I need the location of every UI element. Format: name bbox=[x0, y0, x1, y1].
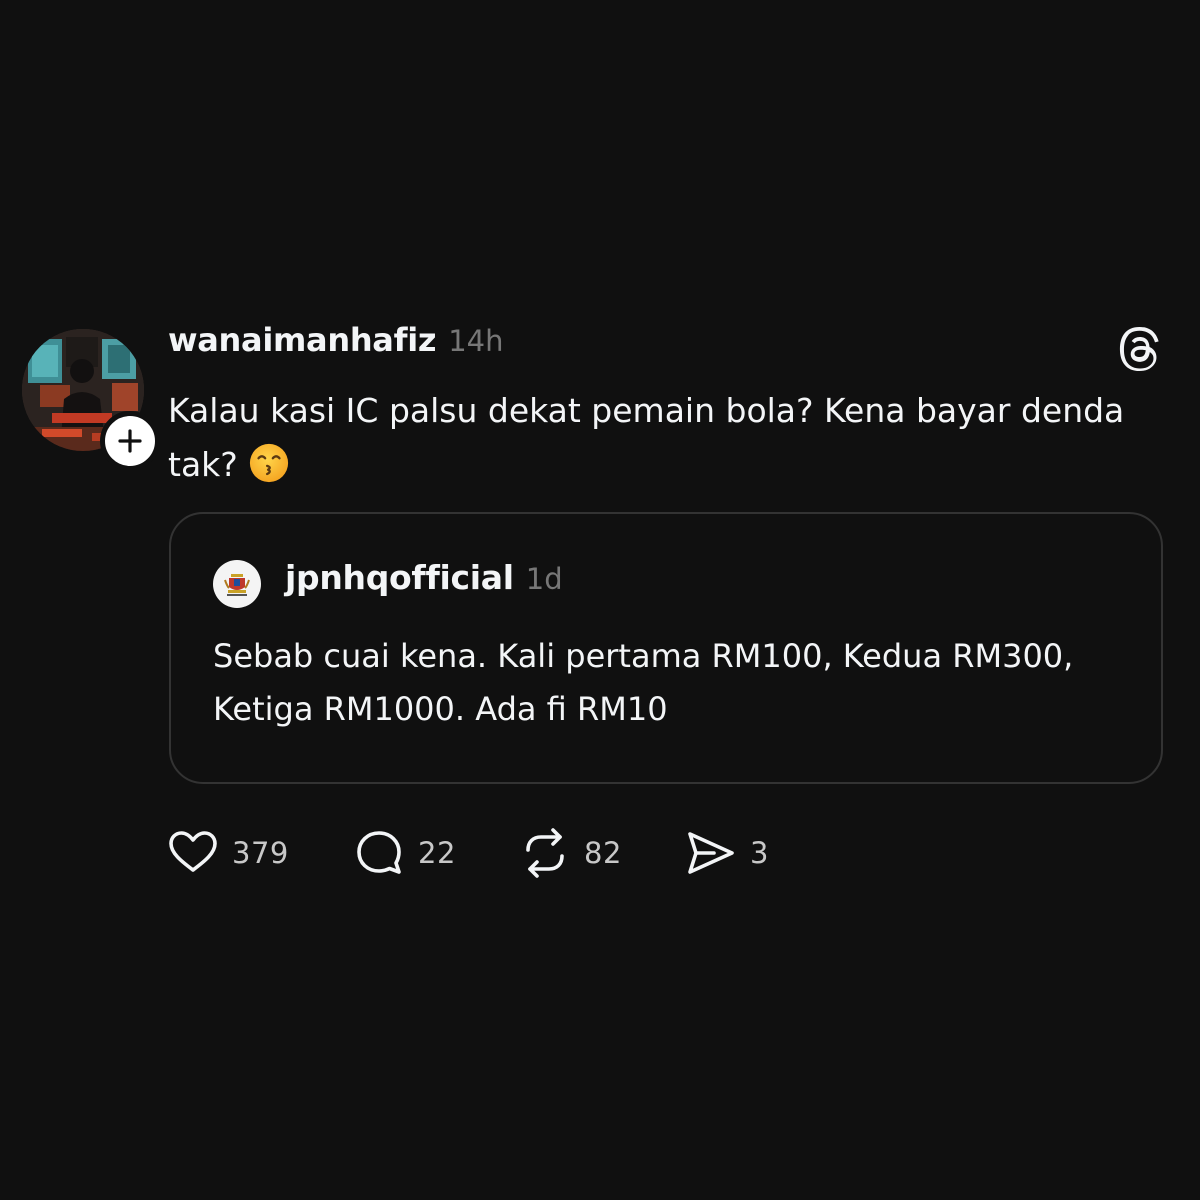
comment-bubble-icon bbox=[357, 831, 401, 874]
quoted-post-text: Sebab cuai kena. Kali pertama RM100, Ked… bbox=[213, 637, 1074, 728]
post-header: wanaimanhafiz 14h bbox=[168, 321, 504, 367]
send-icon bbox=[688, 832, 734, 874]
quoted-avatar[interactable] bbox=[213, 560, 261, 608]
like-button[interactable]: 379 bbox=[166, 826, 289, 880]
repost-button[interactable]: 82 bbox=[518, 826, 622, 880]
follow-button[interactable] bbox=[100, 411, 160, 471]
post-body: Kalau kasi IC palsu dekat pemain bola? K… bbox=[168, 391, 1125, 484]
share-count: 3 bbox=[750, 836, 769, 870]
repost-count: 82 bbox=[584, 836, 622, 870]
government-crest-icon bbox=[220, 567, 254, 601]
author-username[interactable]: wanaimanhafiz bbox=[168, 321, 437, 359]
plus-icon bbox=[118, 429, 142, 453]
repost-icon bbox=[526, 828, 564, 878]
quoted-username[interactable]: jpnhqofficial bbox=[285, 558, 514, 597]
post-timestamp: 14h bbox=[448, 324, 504, 358]
reply-count: 22 bbox=[418, 836, 456, 870]
kissing-face-emoji-icon bbox=[249, 443, 288, 483]
threads-logo-icon[interactable] bbox=[1118, 326, 1164, 372]
thread-post: wanaimanhafiz 14h Kalau kasi IC palsu de… bbox=[0, 0, 1200, 1200]
quoted-timestamp: 1d bbox=[525, 562, 563, 596]
quoted-post-header: jpnhqofficial 1d bbox=[285, 558, 563, 597]
reply-button[interactable]: 22 bbox=[352, 826, 456, 880]
like-count: 379 bbox=[232, 836, 289, 870]
post-text: Kalau kasi IC palsu dekat pemain bola? K… bbox=[168, 384, 1168, 492]
author-avatar-container bbox=[22, 329, 160, 471]
share-button[interactable]: 3 bbox=[684, 826, 769, 880]
heart-icon bbox=[169, 831, 217, 872]
quoted-post-card[interactable]: jpnhqofficial 1d Sebab cuai kena. Kali p… bbox=[169, 512, 1163, 784]
